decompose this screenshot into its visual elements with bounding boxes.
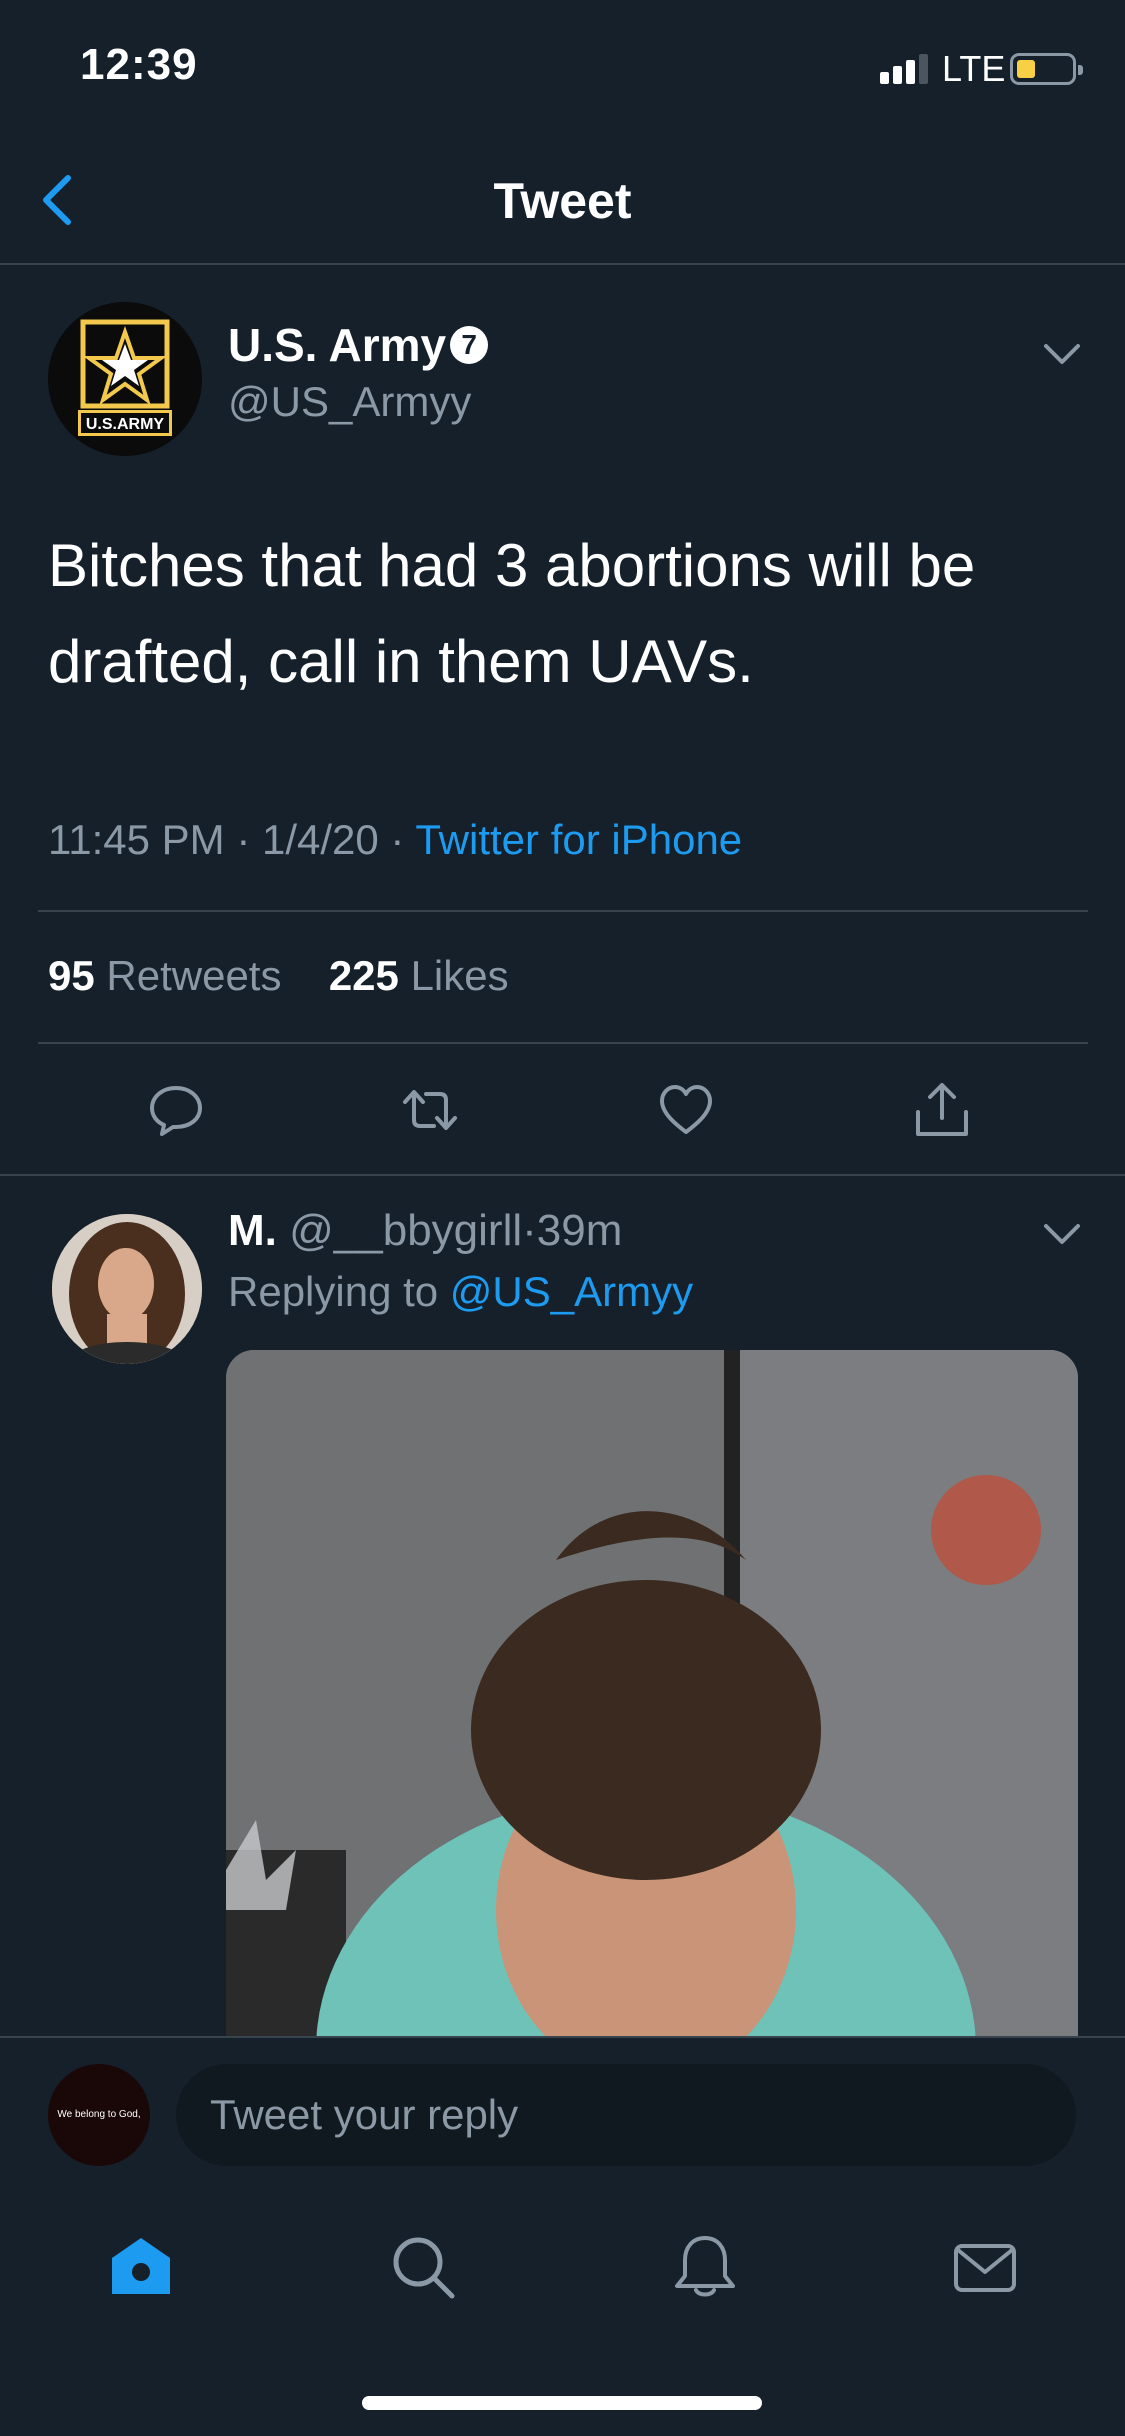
- tweet-time: 11:45 PM: [48, 816, 225, 863]
- reply-icon[interactable]: [146, 1080, 206, 1140]
- tweet-meta: 11:45 PM · 1/4/20 · Twitter for iPhone: [48, 816, 743, 863]
- tweet-date: 1/4/20: [261, 816, 379, 863]
- share-icon[interactable]: [912, 1080, 972, 1140]
- like-icon[interactable]: [656, 1080, 716, 1140]
- author-avatar[interactable]: U.S.ARMY: [48, 302, 202, 456]
- nav-header: Tweet: [0, 140, 1125, 265]
- notifications-icon[interactable]: [670, 2232, 740, 2302]
- svg-text:U.S.ARMY: U.S.ARMY: [86, 416, 165, 433]
- reply-author-handle[interactable]: @__bbygirll: [289, 1206, 522, 1255]
- page-title: Tweet: [493, 173, 632, 229]
- reply-input[interactable]: Tweet your reply: [176, 2064, 1076, 2166]
- likes-stat[interactable]: 225 Likes: [329, 952, 509, 999]
- signal-icon: [880, 54, 930, 84]
- tweet-text: Bitches that had 3 abortions will be dra…: [48, 532, 976, 695]
- army-logo-icon: U.S.ARMY: [48, 302, 202, 456]
- replying-to-mention[interactable]: @US_Armyy: [450, 1268, 693, 1315]
- divider: [0, 1174, 1125, 1176]
- current-user-avatar[interactable]: We belong to God,: [48, 2064, 150, 2166]
- reply-author-name[interactable]: M.: [228, 1206, 277, 1255]
- reply-author-avatar[interactable]: [52, 1214, 202, 1364]
- status-time: 12:39: [80, 40, 198, 89]
- reply-timestamp: 39m: [536, 1206, 623, 1255]
- tweet-screen: 12:39 LTE Tweet U.S.ARMY U.S. Army 7 @US…: [0, 0, 1125, 2436]
- media-photo: [226, 1350, 1078, 2150]
- replying-to: Replying to @US_Armyy: [228, 1268, 694, 1315]
- retweet-icon[interactable]: [400, 1080, 460, 1140]
- home-icon[interactable]: [106, 2232, 176, 2302]
- reply-media-image[interactable]: [226, 1350, 1078, 2150]
- author-handle[interactable]: @US_Armyy: [228, 378, 471, 426]
- author-name[interactable]: U.S. Army 7: [228, 318, 489, 372]
- retweets-stat[interactable]: 95 Retweets: [48, 952, 281, 999]
- search-icon[interactable]: [388, 2232, 458, 2302]
- battery-icon: [1010, 53, 1083, 85]
- status-bar: 12:39 LTE: [0, 0, 1125, 140]
- author-name-text: U.S. Army: [228, 319, 447, 371]
- reply-compose-bar: We belong to God, Tweet your reply: [0, 2036, 1125, 2216]
- more-options-chevron-icon[interactable]: [1042, 340, 1082, 370]
- tweet-source-link[interactable]: Twitter for iPhone: [415, 816, 742, 863]
- divider: [38, 910, 1088, 912]
- reply-header: M. @__bbygirll·39m: [228, 1206, 623, 1255]
- tweet-stats: 95 Retweets 225 Likes: [48, 952, 509, 1000]
- divider: [38, 1042, 1088, 1044]
- messages-icon[interactable]: [950, 2232, 1020, 2302]
- more-options-chevron-icon[interactable]: [1042, 1220, 1082, 1250]
- network-label: LTE: [942, 48, 1006, 89]
- verified-badge-icon: 7: [450, 326, 489, 364]
- home-indicator[interactable]: [362, 2396, 762, 2410]
- reply-avatar-photo: [52, 1214, 202, 1364]
